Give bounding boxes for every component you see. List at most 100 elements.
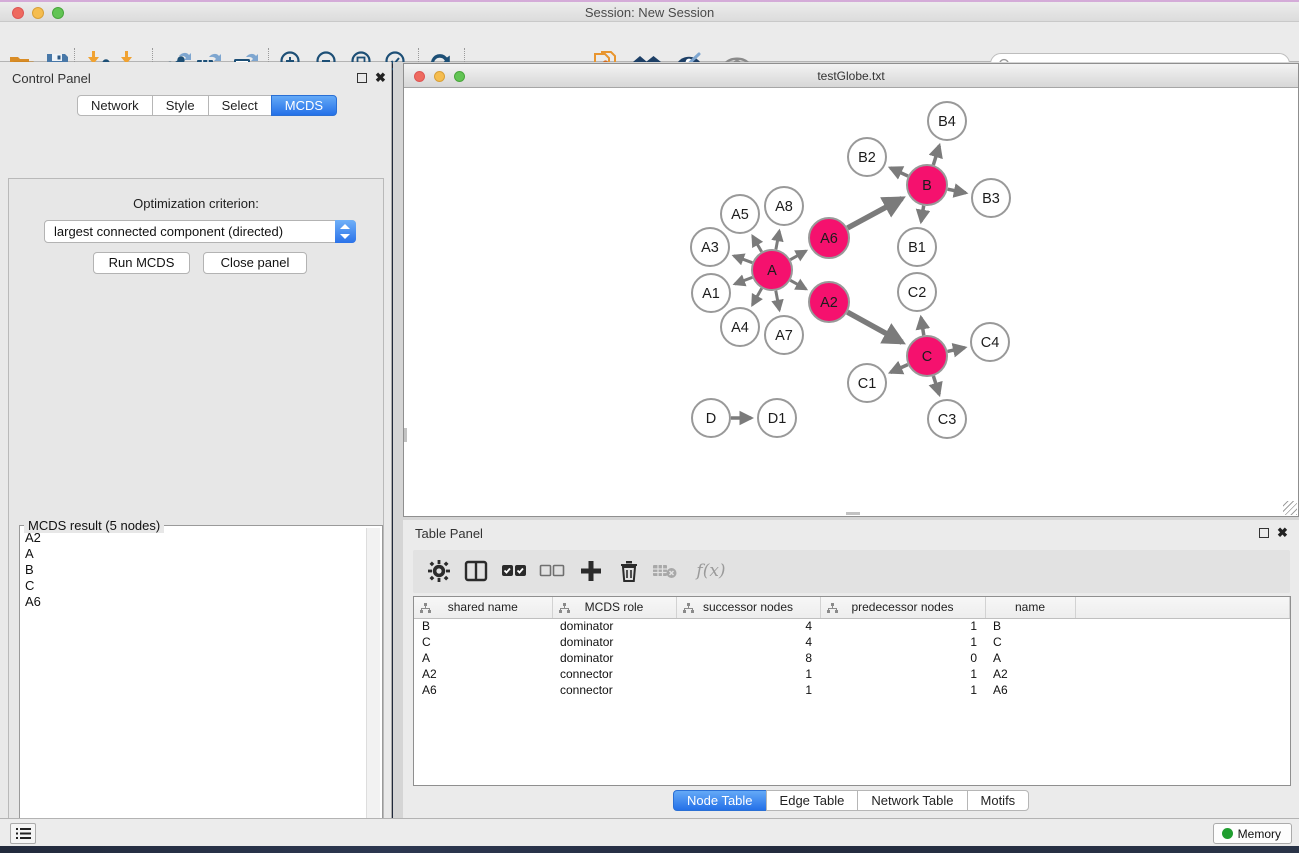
table-cell[interactable]: 1 (676, 666, 820, 682)
graph-edge-A2-C[interactable] (847, 312, 902, 342)
table-cell[interactable]: 4 (676, 618, 820, 634)
graph-edge-A-A1[interactable] (735, 277, 753, 284)
delete-icon[interactable] (615, 557, 643, 585)
graph-edge-C-C1[interactable] (891, 365, 908, 373)
table-cell[interactable]: connector (552, 682, 676, 698)
graph-edge-A-A2[interactable] (790, 280, 806, 289)
graph-edge-B-B2[interactable] (890, 168, 908, 176)
table-cell[interactable]: A2 (985, 666, 1075, 682)
graph-node-A1[interactable]: A1 (692, 274, 730, 312)
graph-node-B3[interactable]: B3 (972, 179, 1010, 217)
split-columns-icon[interactable] (462, 557, 490, 585)
graph-node-A8[interactable]: A8 (765, 187, 803, 225)
table-tab-edge-table[interactable]: Edge Table (766, 790, 859, 811)
graph-edge-A-A7[interactable] (776, 291, 780, 310)
graph-edge-A-A4[interactable] (752, 288, 761, 305)
mcds-result-item[interactable]: C (21, 578, 365, 594)
mcds-result-item[interactable]: A2 (21, 530, 365, 546)
add-icon[interactable] (577, 557, 605, 585)
table-cell[interactable]: B (985, 618, 1075, 634)
result-scrollbar[interactable] (366, 528, 380, 853)
table-row[interactable]: A2connector11A2 (414, 666, 1290, 682)
run-mcds-button[interactable]: Run MCDS (93, 252, 190, 274)
table-cell[interactable]: 4 (676, 634, 820, 650)
graph-edge-B-B3[interactable] (948, 189, 966, 193)
column-header-mcds-role[interactable]: MCDS role (552, 597, 676, 618)
graph-edge-C-C4[interactable] (948, 348, 965, 352)
node-table[interactable]: shared nameMCDS rolesuccessor nodesprede… (413, 596, 1291, 786)
select-all-icon[interactable] (500, 557, 528, 585)
graph-edge-A-A5[interactable] (753, 236, 762, 252)
graph-node-A6[interactable]: A6 (809, 218, 849, 258)
network-graph[interactable]: AA2A6BCA1A3A4A5A7A8B1B2B3B4C1C2C3C4DD1 (404, 89, 1298, 516)
graph-edge-A6-B[interactable] (848, 199, 903, 229)
graph-edge-A-A8[interactable] (776, 231, 779, 249)
tab-mcds[interactable]: MCDS (271, 95, 337, 116)
mcds-result-item[interactable]: A (21, 546, 365, 562)
network-window-titlebar[interactable]: testGlobe.txt (404, 64, 1298, 88)
graph-node-C[interactable]: C (907, 336, 947, 376)
graph-node-C3[interactable]: C3 (928, 400, 966, 438)
graph-node-A3[interactable]: A3 (691, 228, 729, 266)
column-header-shared-name[interactable]: shared name (414, 597, 552, 618)
graph-edge-C-C2[interactable] (921, 318, 924, 336)
table-cell[interactable]: 1 (820, 682, 985, 698)
table-float-icon[interactable] (1259, 528, 1269, 538)
graph-node-A[interactable]: A (752, 250, 792, 290)
graph-node-A4[interactable]: A4 (721, 308, 759, 346)
settings-gear-icon[interactable] (425, 557, 453, 585)
graph-node-A5[interactable]: A5 (721, 195, 759, 233)
table-row[interactable]: A6connector11A6 (414, 682, 1290, 698)
tab-style[interactable]: Style (152, 95, 209, 116)
table-cell[interactable]: 1 (820, 618, 985, 634)
table-cell[interactable]: dominator (552, 634, 676, 650)
table-cell[interactable]: C (414, 634, 552, 650)
task-history-button[interactable] (10, 823, 36, 844)
table-close-icon[interactable]: ✖ (1277, 527, 1288, 539)
table-cell[interactable]: 1 (820, 634, 985, 650)
table-row[interactable]: Bdominator41B (414, 618, 1290, 634)
function-builder-icon[interactable]: f(x) (690, 557, 732, 585)
graph-edge-B-B4[interactable] (933, 146, 939, 165)
table-cell[interactable]: A2 (414, 666, 552, 682)
graph-node-C2[interactable]: C2 (898, 273, 936, 311)
graph-node-D1[interactable]: D1 (758, 399, 796, 437)
graph-node-B[interactable]: B (907, 165, 947, 205)
table-cell[interactable]: 1 (820, 666, 985, 682)
column-header-name[interactable]: name (985, 597, 1075, 618)
table-cell[interactable]: A (985, 650, 1075, 666)
graph-edge-B-B1[interactable] (921, 206, 924, 222)
unselect-all-icon[interactable] (538, 557, 566, 585)
table-cell[interactable]: 1 (676, 682, 820, 698)
graph-node-B2[interactable]: B2 (848, 138, 886, 176)
criterion-dropdown[interactable]: largest connected component (directed) (44, 220, 356, 243)
column-header-successor-nodes[interactable]: successor nodes (676, 597, 820, 618)
memory-button[interactable]: Memory (1213, 823, 1292, 844)
table-cell[interactable]: connector (552, 666, 676, 682)
table-cell[interactable]: 0 (820, 650, 985, 666)
table-cell[interactable]: A6 (414, 682, 552, 698)
table-cell[interactable]: dominator (552, 618, 676, 634)
delete-table-icon[interactable] (651, 557, 679, 585)
table-cell[interactable]: C (985, 634, 1075, 650)
table-tab-node-table[interactable]: Node Table (673, 790, 767, 811)
mcds-result-item[interactable]: B (21, 562, 365, 578)
graph-node-C1[interactable]: C1 (848, 364, 886, 402)
graph-edge-C-C3[interactable] (933, 376, 939, 394)
window-resize-grip[interactable] (1283, 501, 1297, 515)
close-panel-button[interactable]: Close panel (203, 252, 307, 274)
graph-node-C4[interactable]: C4 (971, 323, 1009, 361)
table-cell[interactable]: A6 (985, 682, 1075, 698)
table-cell[interactable]: B (414, 618, 552, 634)
network-canvas[interactable]: AA2A6BCA1A3A4A5A7A8B1B2B3B4C1C2C3C4DD1 (404, 89, 1298, 516)
table-cell[interactable]: 8 (676, 650, 820, 666)
graph-edge-A-A6[interactable] (790, 251, 806, 260)
graph-node-B4[interactable]: B4 (928, 102, 966, 140)
graph-node-D[interactable]: D (692, 399, 730, 437)
table-tab-motifs[interactable]: Motifs (967, 790, 1030, 811)
tab-select[interactable]: Select (208, 95, 272, 116)
table-tab-network-table[interactable]: Network Table (857, 790, 967, 811)
table-row[interactable]: Cdominator41C (414, 634, 1290, 650)
graph-node-B1[interactable]: B1 (898, 228, 936, 266)
graph-edge-A-A3[interactable] (734, 256, 753, 263)
